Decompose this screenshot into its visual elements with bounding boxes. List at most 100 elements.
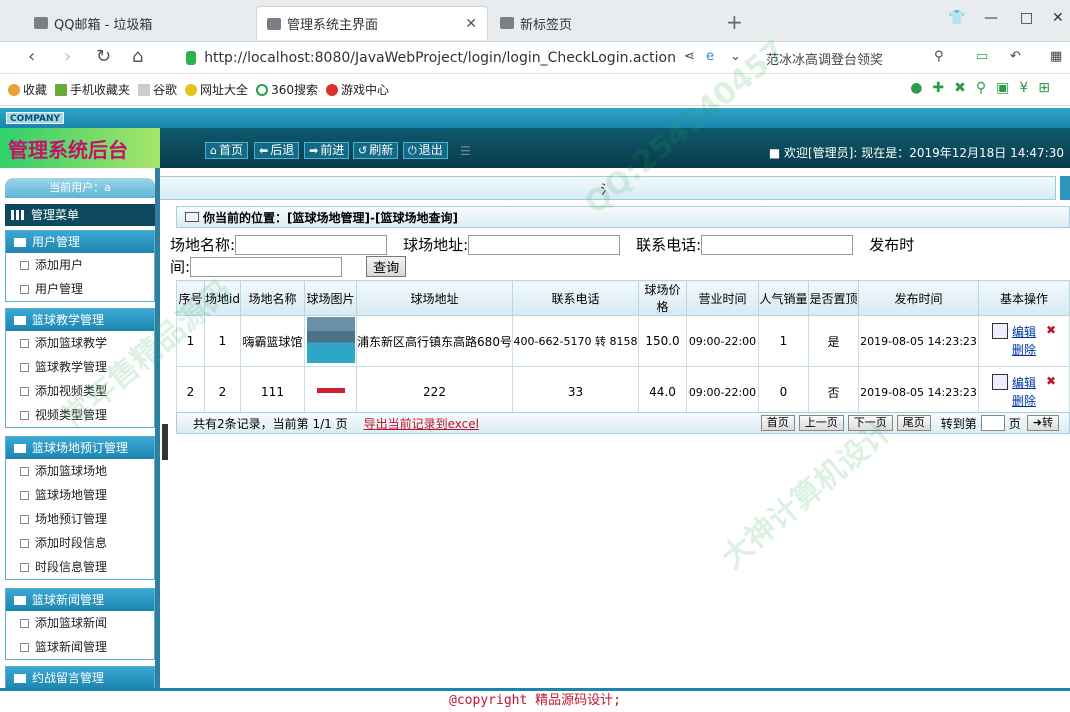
menu-group-teaching: 篮球教学管理 添加篮球教学 篮球教学管理 添加视频类型 视频类型管理	[5, 308, 155, 428]
battery-icon: ▭	[976, 49, 989, 64]
search-row-2: 间: 查询	[170, 256, 407, 277]
menu-group-header[interactable]: 用户管理	[6, 231, 154, 253]
sidebar-item-add-user[interactable]: 添加用户	[6, 253, 154, 277]
bookmark-favorites[interactable]: 收藏	[8, 81, 47, 98]
venue-image[interactable]	[306, 367, 355, 414]
phone-input[interactable]	[701, 234, 854, 255]
bullet-icon	[20, 466, 29, 476]
edit-link[interactable]: 编辑	[1012, 374, 1036, 392]
bullet-icon	[20, 410, 29, 420]
sidebar-item-add-video-type[interactable]: 添加视频类型	[6, 379, 154, 403]
minimize-icon[interactable]: —	[984, 10, 998, 26]
export-excel-link[interactable]: 导出当前记录到excel	[364, 415, 479, 432]
delete-icon[interactable]: ✖	[1046, 323, 1056, 337]
browser-tab-label: 管理系统主界面	[287, 18, 379, 33]
sidebar-item-video-type-manage[interactable]: 视频类型管理	[6, 403, 154, 427]
close-window-icon[interactable]: ✕	[1052, 10, 1064, 26]
main-content: 你当前的位置： [篮球场地管理]-[篮球场地查询] 场地名称: 球场地址: 联系…	[170, 204, 1070, 688]
bullet-icon	[20, 386, 29, 396]
home-button[interactable]: ⌂ 首页	[205, 142, 248, 159]
bookmark-sites[interactable]: 网址大全	[185, 81, 248, 98]
cell-top: 是	[808, 315, 859, 367]
maximize-icon[interactable]: □	[1020, 10, 1033, 26]
menu-group-header[interactable]: 篮球新闻管理	[6, 589, 154, 611]
new-tab-icon[interactable]: +	[726, 10, 743, 34]
browser-tab-admin[interactable]: 管理系统主界面 ✕	[256, 6, 488, 40]
chevron-down-icon[interactable]: ⌄	[730, 49, 741, 64]
delete-link[interactable]: 删除	[1012, 341, 1036, 359]
toolbar-extension-icons[interactable]: ●✚✖⚲▣¥⊞	[910, 80, 1060, 96]
forward-icon[interactable]: ›	[64, 46, 71, 67]
bullet-icon	[20, 260, 29, 270]
next-page-button[interactable]: 下一页	[847, 415, 893, 431]
first-page-button[interactable]: 首页	[760, 415, 795, 431]
edit-link[interactable]: 编辑	[1012, 323, 1036, 341]
browser-tab-newtab[interactable]: 新标签页	[490, 6, 720, 40]
sidebar-item-venue-manage[interactable]: 篮球场地管理	[6, 483, 154, 507]
last-page-button[interactable]: 尾页	[896, 415, 931, 431]
group-icon	[14, 595, 26, 605]
logout-button[interactable]: ⏻ 退出	[403, 142, 448, 159]
undo-icon[interactable]: ↶	[1010, 49, 1021, 64]
bullet-icon	[20, 284, 29, 294]
goto-page-button[interactable]: ➜转	[1026, 415, 1059, 431]
cell-price: 44.0	[638, 366, 687, 418]
venue-image[interactable]	[306, 316, 355, 363]
cell-address: 浦东新区高行镇东高路680号	[356, 315, 513, 367]
reload-icon[interactable]: ↻	[96, 46, 111, 67]
browser-tab-label: 新标签页	[520, 17, 573, 33]
query-button[interactable]: 查询	[366, 256, 407, 277]
bullet-icon	[20, 514, 29, 524]
menu-group-header[interactable]: 篮球教学管理	[6, 309, 154, 331]
back-button[interactable]: ⬅ 后退	[254, 142, 300, 159]
sidebar-item-add-venue[interactable]: 添加篮球场地	[6, 459, 154, 483]
delete-icon[interactable]: ✖	[1046, 374, 1056, 388]
refresh-button[interactable]: ↺ 刷新	[353, 142, 399, 159]
page-number-input[interactable]	[980, 415, 1005, 431]
apps-grid-icon[interactable]: ▦	[1050, 49, 1062, 64]
edit-icon[interactable]	[991, 374, 1008, 390]
forward-button[interactable]: ➡ 前进	[304, 142, 350, 159]
col-header: 场地id	[204, 280, 241, 316]
menu-group-header[interactable]: 约战留言管理	[6, 667, 154, 689]
cell-hours: 09:00-22:00	[686, 366, 759, 418]
table-row: 2 2 111 222 33 44.0 09:00-22:00 0 否 2019…	[176, 366, 1070, 418]
edit-icon[interactable]	[991, 323, 1008, 339]
publish-date-input[interactable]	[190, 256, 343, 277]
ie-icon[interactable]: e	[706, 49, 714, 64]
sidebar-item-timeslot-manage[interactable]: 时段信息管理	[6, 555, 154, 579]
search-hint[interactable]: 范冰冰高调登台领奖	[766, 49, 883, 68]
sidebar-item-add-timeslot[interactable]: 添加时段信息	[6, 531, 154, 555]
power-icon: ⏻	[408, 144, 417, 157]
prev-page-button[interactable]: 上一页	[798, 415, 844, 431]
url-bar[interactable]: http://localhost:8080/JavaWebProject/log…	[186, 45, 676, 71]
share-icon[interactable]: ⋖	[684, 49, 695, 64]
bookmark-mobile[interactable]: 手机收藏夹	[55, 81, 130, 98]
bookmark-google[interactable]: 谷歌	[138, 81, 177, 98]
sidebar-item-teaching-manage[interactable]: 篮球教学管理	[6, 355, 154, 379]
search-icon[interactable]: ⚲	[934, 49, 944, 64]
bookmark-360[interactable]: 360搜索	[256, 81, 318, 98]
sidebar-item-booking-manage[interactable]: 场地预订管理	[6, 507, 154, 531]
venue-address-input[interactable]	[468, 234, 621, 255]
group-icon	[14, 237, 26, 247]
back-icon[interactable]: ‹	[28, 46, 35, 67]
sidebar-item-add-news[interactable]: 添加篮球新闻	[6, 611, 154, 635]
sidebar-splitter-handle[interactable]	[162, 424, 168, 460]
menu-group-header[interactable]: 篮球场地预订管理	[6, 437, 154, 459]
home-icon[interactable]: ⌂	[132, 46, 143, 67]
close-tab-icon[interactable]: ✕	[465, 16, 477, 32]
shirt-icon[interactable]: 👕	[948, 10, 965, 26]
arrow-right-icon: ➡	[309, 144, 319, 157]
group-icon	[14, 673, 26, 683]
sidebar-item-user-manage[interactable]: 用户管理	[6, 277, 154, 301]
delete-link[interactable]: 删除	[1012, 392, 1036, 410]
browser-tab-label: QQ邮箱 - 垃圾箱	[54, 17, 153, 33]
browser-tab-qqmail[interactable]: QQ邮箱 - 垃圾箱	[24, 6, 254, 40]
sidebar-item-news-manage[interactable]: 篮球新闻管理	[6, 635, 154, 659]
bookmark-games[interactable]: 游戏中心	[325, 81, 389, 98]
table-header-row: 序号 场地id 场地名称 球场图片 球场地址 联系电话 球场价格 营业时间 人气…	[176, 280, 1070, 316]
venue-name-input[interactable]	[235, 234, 388, 255]
cell-seq: 1	[176, 315, 205, 367]
sidebar-item-add-teaching[interactable]: 添加篮球教学	[6, 331, 154, 355]
